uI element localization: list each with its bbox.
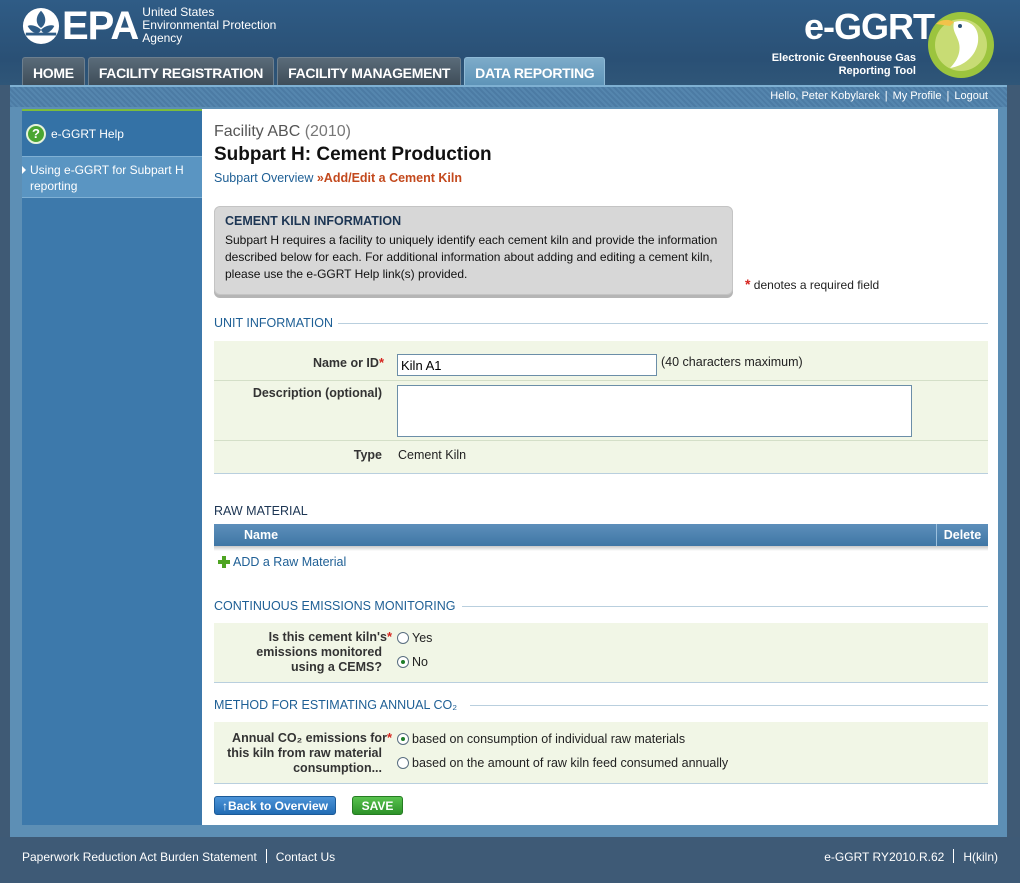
tagline-line: Reporting Tool [838, 65, 916, 77]
facility-name: Facility ABC [214, 123, 301, 140]
section-method: METHOD FOR ESTIMATING ANNUAL CO₂ [214, 698, 988, 714]
agency-line: Environmental Protection [142, 17, 277, 32]
radio-button[interactable] [397, 632, 409, 644]
add-raw-material-link[interactable]: ADD a Raw Material [218, 555, 346, 569]
label-text: Is this cement kiln's [268, 630, 387, 644]
section-raw-material: RAW MATERIAL [214, 504, 308, 518]
eggrt-wordmark: e-GGRT [804, 6, 935, 47]
required-note-text: denotes a required field [753, 278, 880, 292]
logout-link[interactable]: Logout [954, 90, 988, 102]
required-field-note: * denotes a required field [745, 276, 879, 292]
name-field-label: Name or ID* [214, 355, 384, 371]
footer-version: e-GGRT RY2010.R.62 H(kiln) [824, 849, 998, 864]
label-text: emissions monitored [256, 645, 382, 659]
description-textarea[interactable] [397, 385, 912, 437]
button-label: Back to Overview [227, 799, 329, 813]
info-box-text: Subpart H requires a facility to uniquel… [225, 233, 718, 281]
column-header-delete: Delete [936, 524, 988, 546]
epa-logo[interactable]: EPA United States Environmental Protecti… [22, 4, 277, 48]
method-kiln-feed-radio[interactable]: based on the amount of raw kiln feed con… [397, 756, 728, 770]
cems-no-radio[interactable]: No [397, 655, 428, 669]
eggrt-tagline: Electronic Greenhouse Gas Reporting Tool [768, 52, 916, 78]
save-button[interactable]: SAVE [352, 796, 403, 815]
add-raw-material-label: ADD a Raw Material [233, 555, 347, 569]
epa-wordmark: EPA [62, 4, 139, 48]
section-heading: CONTINUOUS EMISSIONS MONITORING [214, 599, 460, 613]
radio-button[interactable] [397, 733, 409, 745]
facility-title: Facility ABC (2010) [214, 123, 351, 141]
my-profile-link[interactable]: My Profile [893, 90, 942, 102]
eggrt-logo[interactable]: e-GGRT Electronic Greenhouse Gas Reporti… [768, 4, 998, 82]
type-field-label: Type [353, 448, 382, 462]
name-hint: (40 characters maximum) [661, 355, 803, 369]
cems-question-label: Is this cement kiln's* emissions monitor… [214, 629, 392, 675]
facility-year: (2010) [304, 123, 351, 140]
agency-line: Agency [142, 30, 183, 45]
section-heading: METHOD FOR ESTIMATING ANNUAL CO₂ [214, 698, 462, 712]
breadcrumb-subpart-overview[interactable]: Subpart Overview [214, 171, 313, 185]
contact-us-link[interactable]: Contact Us [276, 850, 335, 864]
sidebar-item-label: e-GGRT Help [51, 126, 124, 141]
user-links: Hello, Peter Kobylarek | My Profile | Logout [770, 90, 988, 102]
page-id: H(kiln) [963, 850, 998, 864]
sidebar-item-subpart-h-help[interactable]: Using e-GGRT for Subpart H reporting [22, 157, 202, 198]
user-bar: Hello, Peter Kobylarek | My Profile | Logout [10, 85, 1007, 107]
method-question-label: Annual CO₂ emissions for* this kiln from… [214, 730, 392, 776]
back-to-overview-button[interactable]: ↑Back to Overview [214, 796, 336, 815]
tab-home[interactable]: HOME [22, 57, 85, 85]
epa-flower-icon [22, 7, 60, 45]
section-heading: UNIT INFORMATION [214, 316, 337, 330]
page-title: Subpart H: Cement Production [214, 144, 492, 165]
agency-line: United States [142, 4, 215, 19]
label-text: using a CEMS? [291, 660, 382, 674]
bird-logo-icon [928, 12, 994, 78]
method-raw-materials-radio[interactable]: based on consumption of individual raw m… [397, 732, 685, 746]
required-star: * [378, 355, 384, 370]
section-unit-information: UNIT INFORMATION [214, 316, 988, 332]
sidebar-item-help[interactable]: ? e-GGRT Help [22, 109, 202, 157]
name-or-id-input[interactable] [397, 354, 657, 376]
plus-icon [218, 556, 230, 568]
type-value: Cement Kiln [398, 448, 467, 462]
site-header: EPA United States Environmental Protecti… [0, 0, 1020, 85]
label-text: consumption... [293, 761, 382, 775]
description-field-label: Description (optional) [252, 386, 382, 400]
sidebar-item-label: Using e-GGRT for Subpart H reporting [30, 163, 184, 193]
required-star: * [745, 276, 751, 292]
radio-label: based on consumption of individual raw m… [412, 732, 686, 746]
version-text: e-GGRT RY2010.R.62 [824, 850, 945, 864]
footer-links: Paperwork Reduction Act Burden Statement… [22, 849, 335, 864]
column-header-name[interactable]: Name [244, 528, 278, 542]
paperwork-reduction-link[interactable]: Paperwork Reduction Act Burden Statement [22, 850, 257, 864]
user-greeting: Hello, Peter Kobylarek [770, 90, 880, 102]
tagline-line: Electronic Greenhouse Gas [771, 52, 916, 64]
tab-facility-registration[interactable]: FACILITY REGISTRATION [87, 57, 275, 85]
sidebar: ? e-GGRT Help Using e-GGRT for Subpart H… [22, 109, 202, 825]
breadcrumb-current: Add/Edit a Cement Kiln [323, 171, 462, 185]
agency-name: United States Environmental Protection A… [142, 4, 277, 45]
radio-label: Yes [412, 631, 433, 645]
info-box: CEMENT KILN INFORMATION Subpart H requir… [214, 206, 733, 295]
breadcrumb: Subpart Overview »Add/Edit a Cement Kiln [214, 171, 462, 185]
tab-facility-management[interactable]: FACILITY MANAGEMENT [277, 57, 462, 85]
label-text: Name or ID [312, 356, 379, 370]
required-star: * [386, 629, 392, 644]
raw-material-table-header: Name Delete [214, 524, 988, 546]
label-text: this kiln from raw material [227, 746, 382, 760]
breadcrumb-separator: » [316, 171, 324, 185]
cems-yes-radio[interactable]: Yes [397, 631, 432, 645]
site-footer: Paperwork Reduction Act Burden Statement… [0, 837, 1020, 883]
label-text: Annual CO₂ emissions for [232, 731, 387, 745]
section-cems: CONTINUOUS EMISSIONS MONITORING [214, 599, 988, 615]
required-star: * [386, 730, 392, 745]
help-icon: ? [26, 123, 46, 144]
tab-data-reporting[interactable]: DATA REPORTING [464, 57, 606, 85]
main-nav: HOME FACILITY REGISTRATION FACILITY MANA… [22, 57, 608, 85]
radio-button[interactable] [397, 656, 409, 668]
radio-label: based on the amount of raw kiln feed con… [412, 756, 729, 770]
info-box-title: CEMENT KILN INFORMATION [225, 214, 402, 228]
radio-button[interactable] [397, 757, 409, 769]
radio-label: No [412, 655, 428, 669]
main-content: Facility ABC (2010) Subpart H: Cement Pr… [202, 109, 998, 825]
